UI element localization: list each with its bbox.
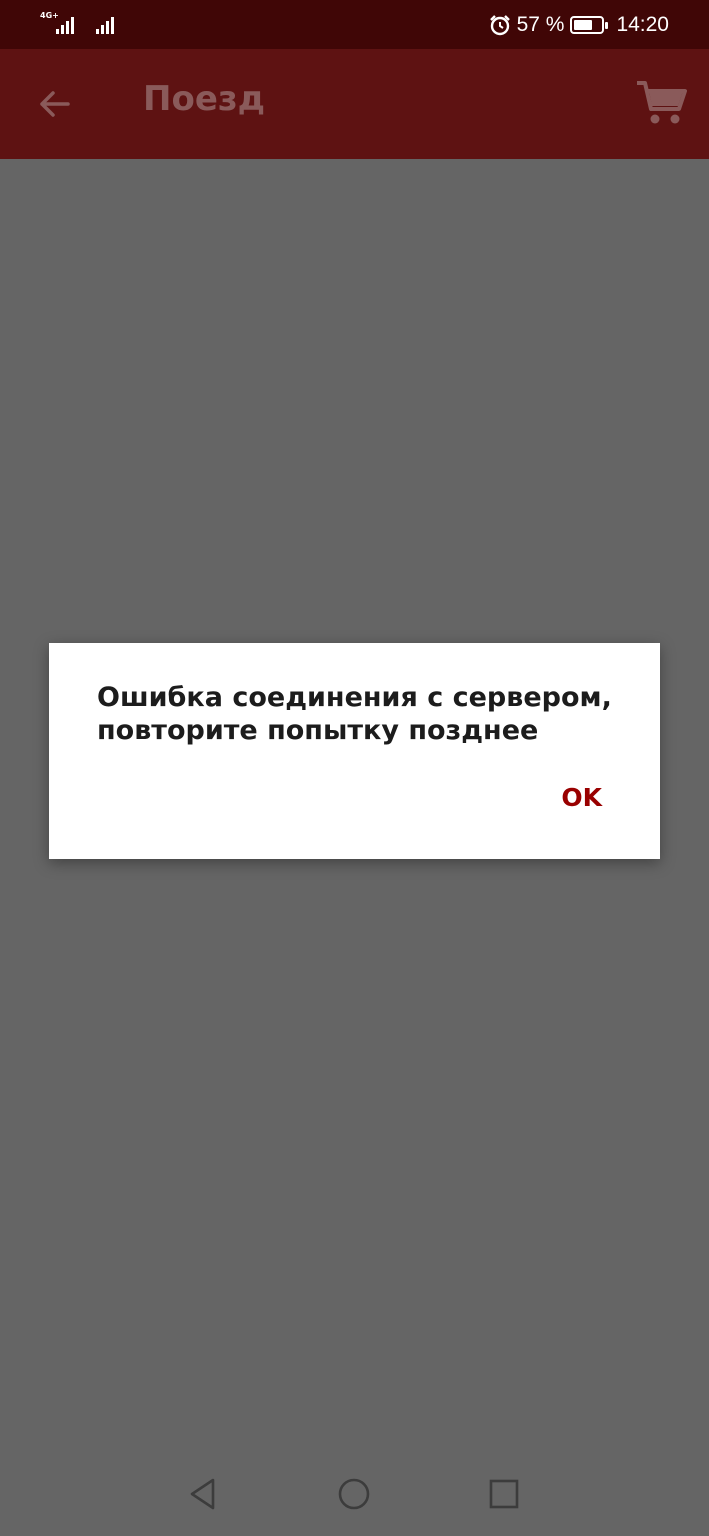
signal-icon: 4G+ <box>40 12 80 34</box>
back-triangle-icon[interactable] <box>186 1476 222 1512</box>
error-dialog: Ошибка соединения с сервером, повторите … <box>49 643 660 859</box>
app-toolbar: Поезд <box>0 49 709 159</box>
status-bar: 4G+ 57 % 14:20 <box>0 0 709 49</box>
battery-icon <box>570 16 609 34</box>
home-circle-icon[interactable] <box>336 1476 372 1512</box>
recents-square-icon[interactable] <box>486 1476 522 1512</box>
cart-icon[interactable] <box>635 79 687 127</box>
battery-percent: 57 % <box>516 13 565 36</box>
page-title: Поезд <box>143 79 266 119</box>
clock: 14:20 <box>616 13 669 36</box>
ok-button[interactable]: OK <box>561 783 602 812</box>
dialog-message: Ошибка соединения с сервером, повторите … <box>97 682 612 746</box>
signal-icon <box>96 14 120 34</box>
system-navigation-bar <box>0 1452 709 1536</box>
screen: 4G+ 57 % 14:20 Поезд Ошибка соединения с… <box>0 0 709 1536</box>
alarm-icon <box>489 15 510 36</box>
back-arrow-icon[interactable] <box>34 84 74 124</box>
